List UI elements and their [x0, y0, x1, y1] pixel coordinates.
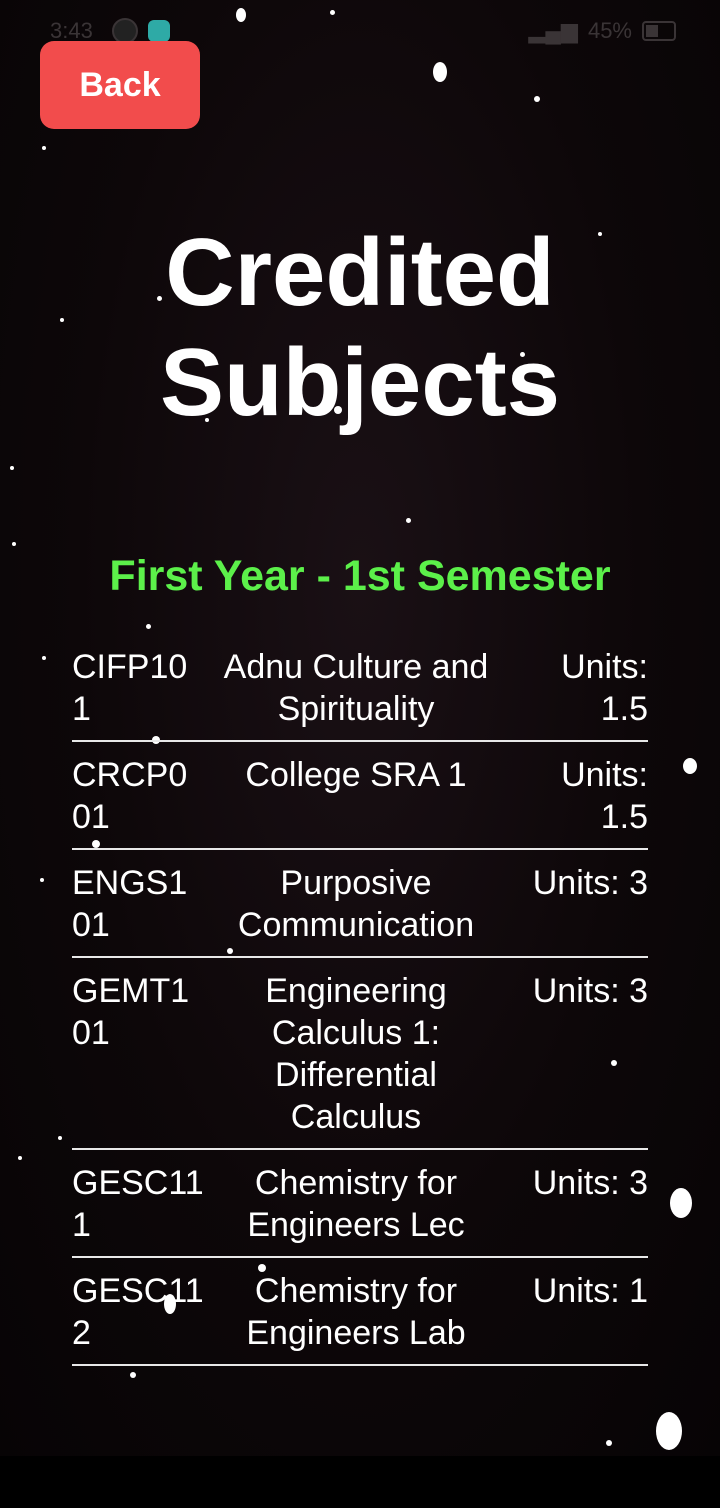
battery-percent: 45%: [587, 18, 632, 43]
subject-units: Units: 3: [532, 972, 648, 1010]
table-row: GESC112 Chemistry for Engineers Lab Unit…: [72, 1268, 648, 1366]
table-row: GEMT101 Engineering Calculus 1: Differen…: [72, 968, 648, 1150]
system-nav-bar: [0, 1456, 720, 1508]
subject-units: Units: 1.5: [561, 648, 648, 728]
subject-units: Units: 3: [532, 864, 648, 902]
page-title: Credited Subjects: [159, 219, 561, 436]
subject-name: Purposive Communication: [237, 864, 475, 944]
table-row: CIFP101 Adnu Culture and Spirituality Un…: [72, 644, 648, 742]
subject-name: Adnu Culture and Spirituality: [223, 648, 489, 728]
back-button[interactable]: Back: [40, 41, 200, 129]
subject-name: College SRA 1: [245, 756, 467, 794]
subject-code: GESC111: [72, 1164, 204, 1244]
subject-code: ENGS101: [72, 864, 188, 944]
subject-units: Units: 1: [532, 1272, 648, 1310]
subject-table: CIFP101 Adnu Culture and Spirituality Un…: [72, 644, 648, 1376]
app-notification-icon: [148, 20, 170, 42]
subject-units: Units: 1.5: [561, 756, 648, 836]
subject-name: Chemistry for Engineers Lec: [247, 1164, 465, 1244]
semester-heading: First Year - 1st Semester: [109, 552, 611, 600]
signal-icon: ▂▄▆: [528, 18, 578, 43]
subject-code: CRCP001: [72, 756, 188, 836]
subject-units: Units: 3: [532, 1164, 648, 1202]
subject-name: Engineering Calculus 1: Differential Cal…: [265, 972, 447, 1136]
subject-name: Chemistry for Engineers Lab: [246, 1272, 466, 1352]
app-screen: 3:43 ▂▄▆ 45% Back Credited Subjects Firs…: [0, 0, 720, 1456]
table-row: GESC111 Chemistry for Engineers Lec Unit…: [72, 1160, 648, 1258]
subject-code: GEMT101: [72, 972, 190, 1052]
table-row: ENGS101 Purposive Communication Units: 3: [72, 860, 648, 958]
battery-icon: [642, 21, 676, 41]
subject-code: GESC112: [72, 1272, 204, 1352]
table-row: CRCP001 College SRA 1 Units: 1.5: [72, 752, 648, 850]
subject-code: CIFP101: [72, 648, 188, 728]
